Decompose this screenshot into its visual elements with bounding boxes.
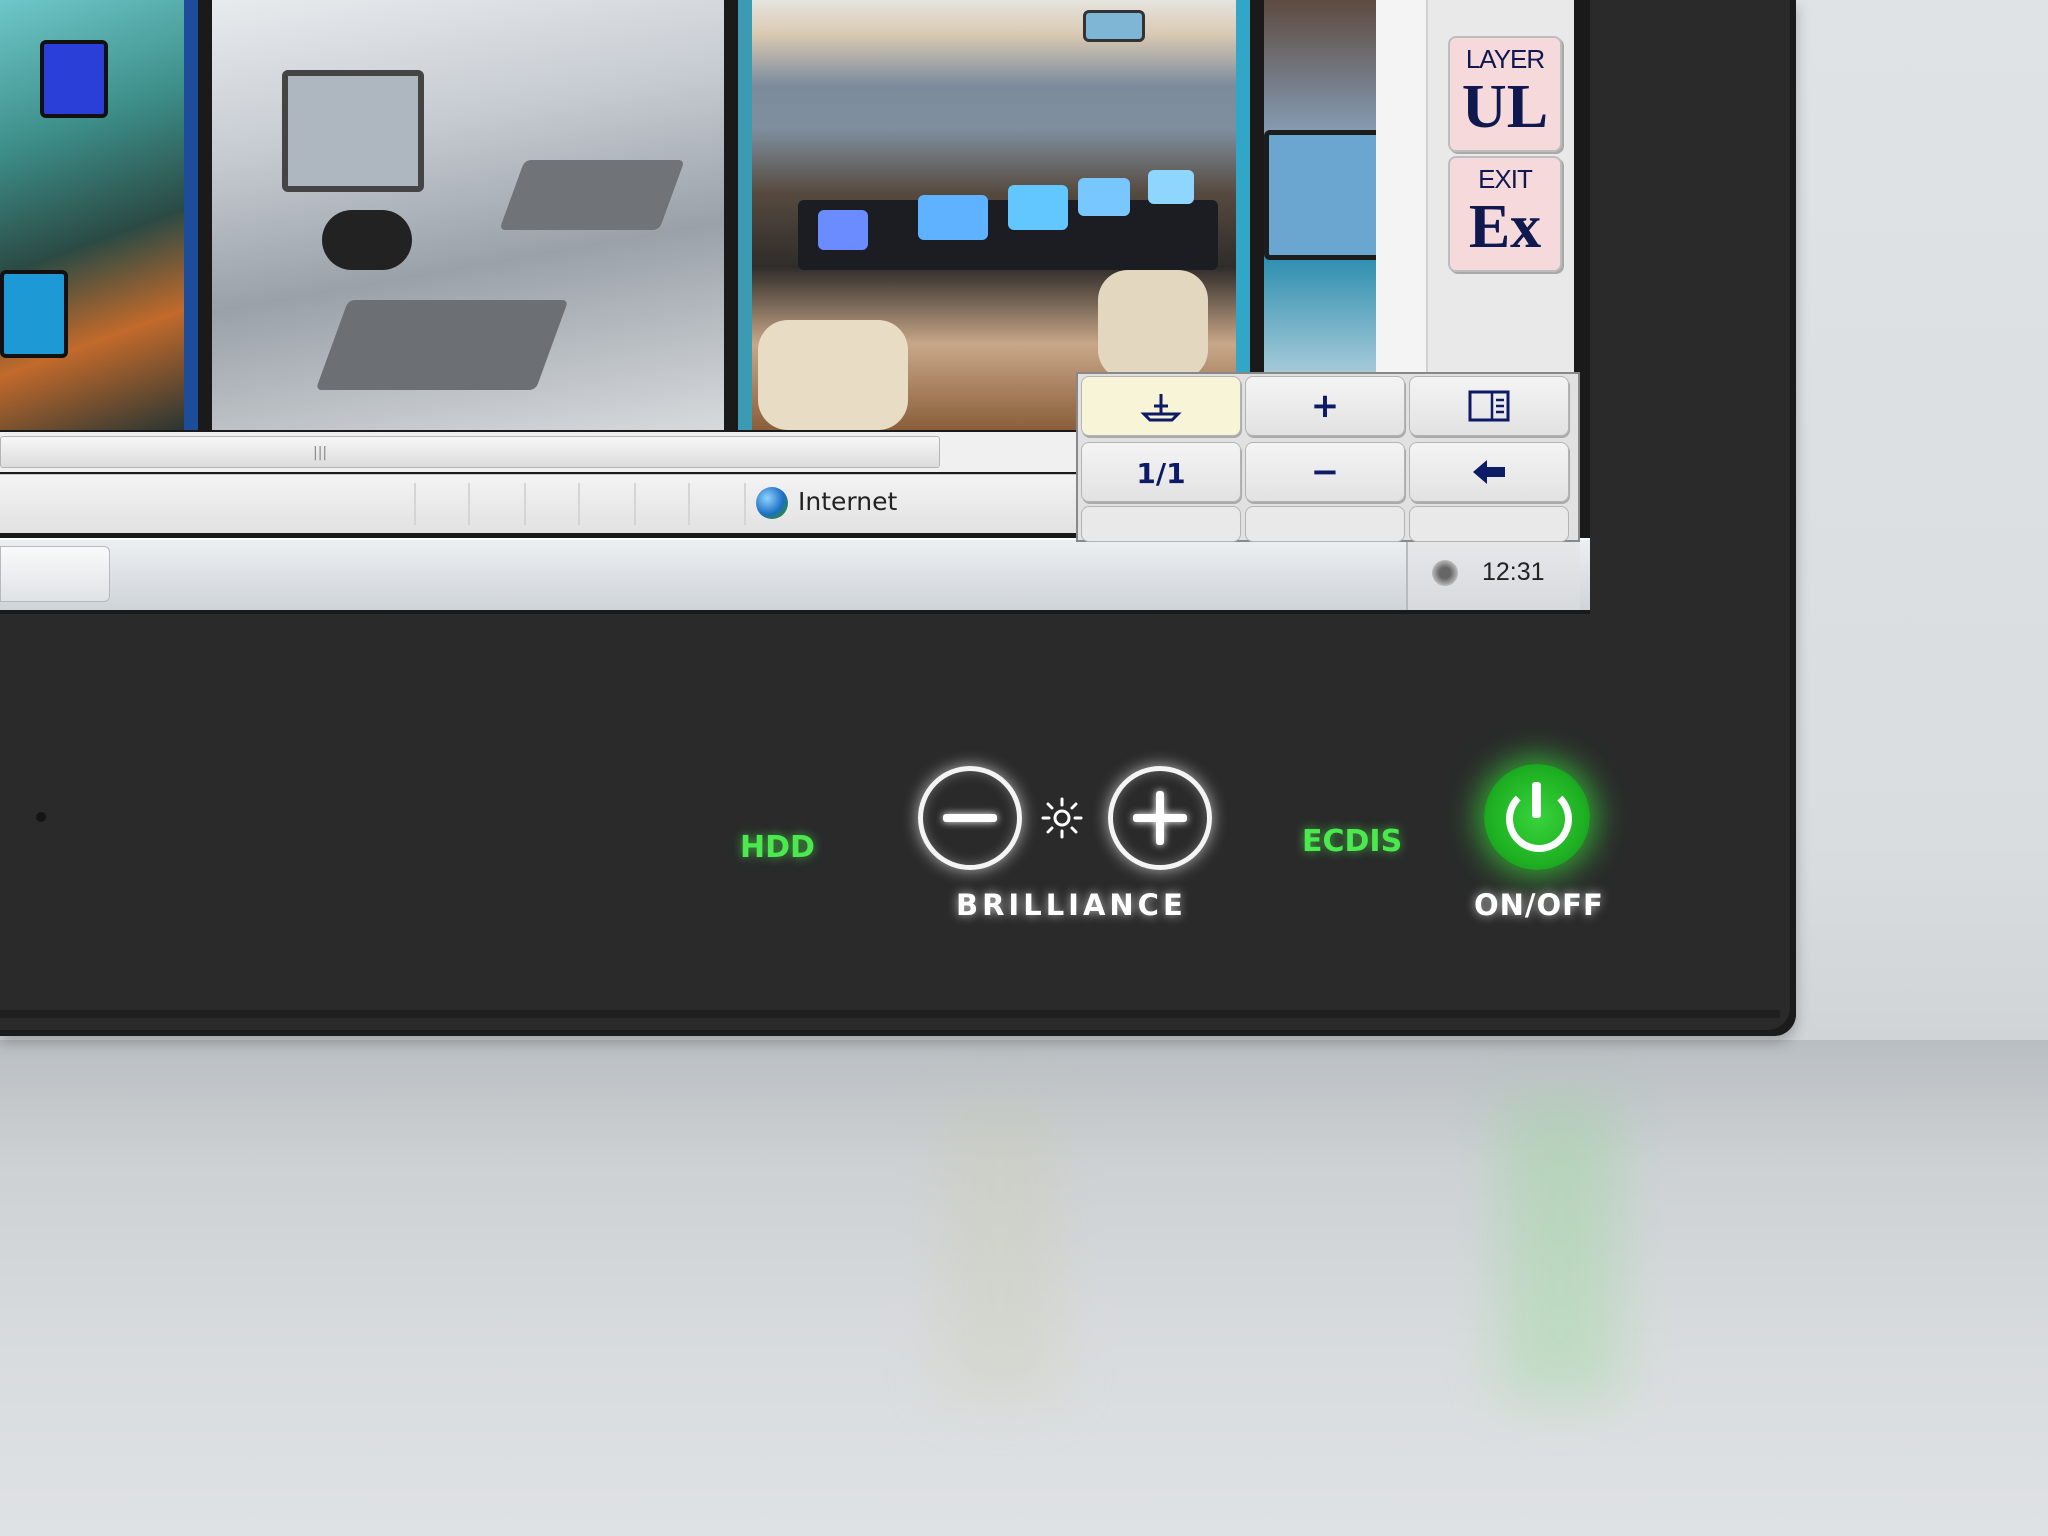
bezel-lower-edge bbox=[0, 1010, 1780, 1018]
scale-reset-button[interactable]: 1/1 bbox=[1081, 442, 1241, 502]
layer-small-label: LAYER bbox=[1465, 44, 1545, 74]
minus-icon bbox=[943, 814, 997, 822]
blank-key[interactable] bbox=[1245, 506, 1405, 542]
yacht-helm-photo bbox=[738, 0, 1250, 430]
scrollbar-thumb[interactable]: ||| bbox=[0, 436, 940, 468]
status-cell bbox=[688, 483, 690, 525]
status-cell bbox=[744, 483, 746, 525]
globe-icon bbox=[756, 487, 788, 519]
ecdis-indicator: ECDIS bbox=[1302, 824, 1403, 859]
ecdis-keypad: + 1/1 − bbox=[1076, 372, 1580, 542]
power-reflection-glow bbox=[1500, 1100, 1620, 1400]
grip-icon: ||| bbox=[313, 445, 328, 461]
browser-gutter bbox=[1376, 0, 1427, 372]
horizontal-scrollbar[interactable]: ||| bbox=[0, 432, 1078, 472]
brilliance-down-button[interactable] bbox=[918, 766, 1022, 870]
status-cell bbox=[468, 483, 470, 525]
bridge-photo-4 bbox=[1264, 0, 1376, 430]
light-sensor bbox=[36, 812, 46, 822]
exit-big-label: Ex bbox=[1468, 193, 1542, 261]
zoom-out-button[interactable]: − bbox=[1245, 442, 1405, 502]
power-label: ON/OFF bbox=[1474, 888, 1604, 922]
back-button[interactable] bbox=[1409, 442, 1569, 502]
layer-button[interactable]: LAYER UL bbox=[1448, 36, 1562, 152]
status-cell bbox=[524, 483, 526, 525]
layer-big-label: UL bbox=[1461, 73, 1549, 141]
status-cell bbox=[414, 483, 416, 525]
plus-icon-vertical bbox=[1156, 791, 1164, 845]
status-cell bbox=[578, 483, 580, 525]
brightness-icon bbox=[1041, 797, 1083, 839]
scale-icon: 1/1 bbox=[1136, 457, 1186, 490]
chart-side-panel: LAYER UL EXIT Ex bbox=[1426, 0, 1574, 372]
exit-button[interactable]: EXIT Ex bbox=[1448, 156, 1562, 272]
minus-icon: − bbox=[1310, 452, 1340, 492]
plus-icon: + bbox=[1310, 386, 1340, 426]
security-zone-label: Internet bbox=[798, 487, 898, 516]
ship-icon bbox=[1140, 394, 1182, 422]
system-tray: 12:31 bbox=[1406, 540, 1580, 610]
panel-toggle-button[interactable] bbox=[1409, 376, 1569, 436]
taskbar: 12:31 bbox=[0, 538, 1590, 610]
back-arrow-icon bbox=[1473, 460, 1505, 484]
bridge-photo-2 bbox=[212, 0, 724, 430]
blank-key[interactable] bbox=[1081, 506, 1241, 542]
zoom-in-button[interactable]: + bbox=[1245, 376, 1405, 436]
monitor-bezel: LAYER UL EXIT Ex ||| Internet 12:31 + 1/… bbox=[0, 0, 1796, 1036]
exit-small-label: EXIT bbox=[1478, 164, 1533, 194]
taskbar-clock[interactable]: 12:31 bbox=[1482, 558, 1545, 587]
reflection-glow bbox=[940, 1100, 1060, 1400]
status-cell bbox=[634, 483, 636, 525]
brilliance-label: BRILLIANCE bbox=[956, 888, 1187, 922]
power-button[interactable] bbox=[1484, 764, 1590, 870]
screen: LAYER UL EXIT Ex ||| Internet 12:31 + 1/… bbox=[0, 0, 1590, 614]
bridge-photo-1 bbox=[0, 0, 198, 430]
panel-icon bbox=[1468, 390, 1510, 422]
blank-key[interactable] bbox=[1409, 506, 1569, 542]
hdd-indicator: HDD bbox=[740, 830, 815, 865]
power-icon-stem bbox=[1532, 782, 1541, 818]
speaker-icon[interactable] bbox=[1432, 560, 1458, 586]
own-ship-button[interactable] bbox=[1081, 376, 1241, 436]
brilliance-up-button[interactable] bbox=[1108, 766, 1212, 870]
browser-status-bar: Internet bbox=[0, 474, 1078, 533]
start-button[interactable] bbox=[0, 546, 110, 602]
